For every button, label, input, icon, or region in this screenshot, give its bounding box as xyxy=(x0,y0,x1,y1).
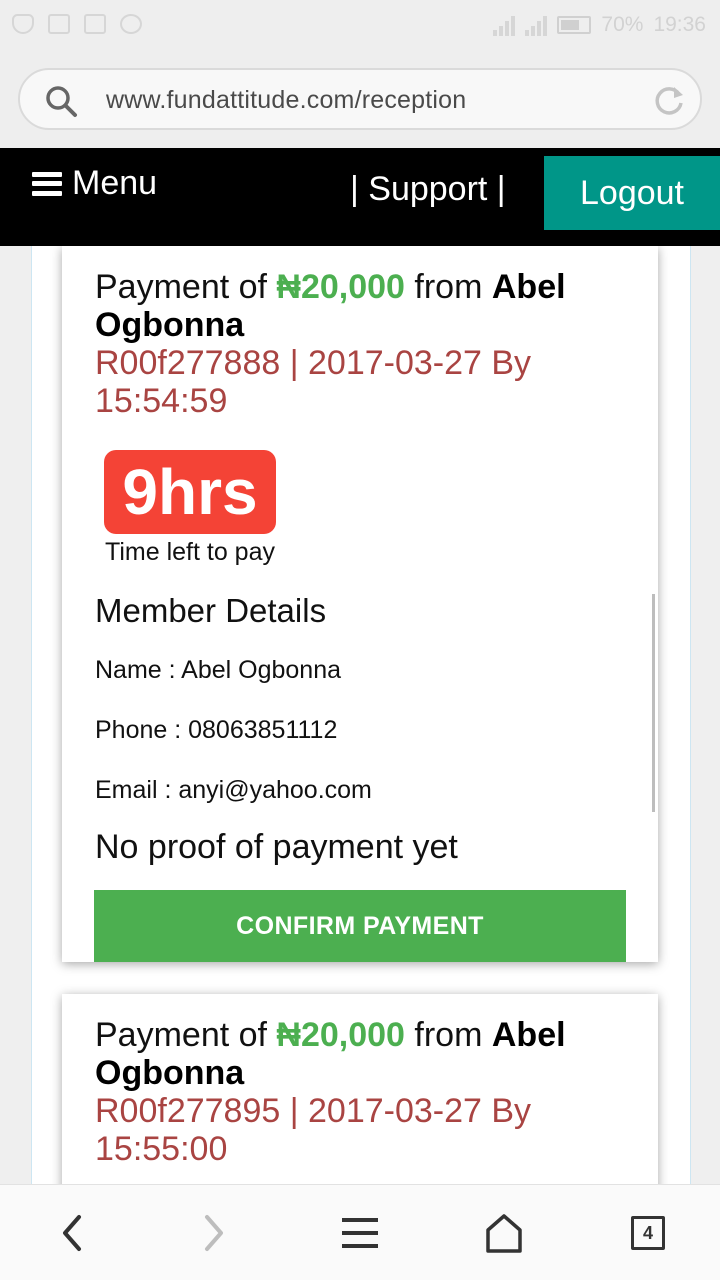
payment-reference: R00f277888 | 2017-03-27 By 15:54:59 xyxy=(95,344,532,420)
payment-amount: ₦20,000 xyxy=(276,268,405,306)
main-content[interactable]: Payment of ₦20,000 from Abel Ogbonna R00… xyxy=(0,246,720,1184)
payment-title: Payment of ₦20,000 from Abel Ogbonna xyxy=(95,268,635,344)
back-button[interactable] xyxy=(48,1209,96,1257)
home-icon xyxy=(486,1214,522,1253)
system-status: 70% 19:36 xyxy=(493,13,706,37)
chevron-left-icon xyxy=(63,1215,81,1251)
signal-2-icon xyxy=(525,14,548,36)
tab-count: 4 xyxy=(631,1216,665,1250)
tabs-button[interactable]: 4 xyxy=(624,1209,672,1257)
image-icon xyxy=(48,14,70,34)
menu-button[interactable]: Menu xyxy=(32,164,157,203)
home-button[interactable] xyxy=(480,1209,528,1257)
payment-title: Payment of ₦20,000 from Abel Ogbonna xyxy=(95,1016,635,1092)
notification-icons xyxy=(12,14,142,34)
forward-button[interactable] xyxy=(190,1209,238,1257)
menu-label: Menu xyxy=(72,164,158,202)
browser-toolbar: 4 xyxy=(0,1184,720,1280)
time-left-label: Time left to pay xyxy=(105,538,275,566)
chevron-right-icon xyxy=(205,1215,223,1251)
support-link[interactable]: | Support | xyxy=(350,170,506,209)
hamburger-icon xyxy=(32,171,62,196)
member-details-heading: Member Details xyxy=(95,592,327,629)
scrollbar[interactable] xyxy=(652,594,655,812)
message-icon xyxy=(84,14,106,34)
payment-prefix: Payment of xyxy=(95,268,277,306)
payment-card: Payment of ₦20,000 from Abel Ogbonna R00… xyxy=(62,994,658,1184)
time-left-badge: 9hrs xyxy=(104,450,276,534)
logout-button[interactable]: Logout xyxy=(544,156,720,230)
payment-from: from xyxy=(404,268,492,306)
browser-menu-button[interactable] xyxy=(336,1209,384,1257)
url-text[interactable]: www.fundattitude.com/reception xyxy=(106,86,466,115)
clock: 19:36 xyxy=(653,13,706,36)
site-navbar: Menu | Support | Logout xyxy=(0,148,720,246)
battery-percent: 70% xyxy=(601,13,644,36)
address-bar[interactable]: www.fundattitude.com/reception xyxy=(18,68,702,130)
menu-lines-icon xyxy=(342,1218,378,1248)
member-phone: Phone : 08063851112 xyxy=(95,716,338,744)
member-email: Email : anyi@yahoo.com xyxy=(95,776,372,804)
payment-amount: ₦20,000 xyxy=(276,1016,405,1054)
reload-icon[interactable] xyxy=(652,84,686,118)
proof-status: No proof of payment yet xyxy=(95,828,458,866)
payment-from: from xyxy=(404,1016,492,1054)
payment-reference: R00f277895 | 2017-03-27 By 15:55:00 xyxy=(95,1092,532,1168)
sync-icon xyxy=(120,14,142,34)
status-bar: 70% 19:36 xyxy=(0,0,720,50)
battery-icon xyxy=(557,16,592,34)
search-icon xyxy=(46,86,77,117)
signal-icon xyxy=(493,14,516,36)
confirm-payment-button[interactable]: CONFIRM PAYMENT xyxy=(94,890,626,962)
member-name: Name : Abel Ogbonna xyxy=(95,656,341,684)
shield-icon xyxy=(12,14,34,34)
payment-card: Payment of ₦20,000 from Abel Ogbonna R00… xyxy=(62,246,658,962)
payment-prefix: Payment of xyxy=(95,1016,277,1054)
